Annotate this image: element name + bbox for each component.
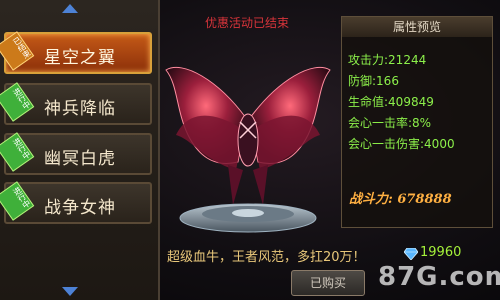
combat-power-label: 战斗力: (349, 192, 393, 207)
attr-value: 4000 (424, 137, 455, 151)
list-item-label: 幽冥白虎 (44, 149, 116, 169)
list-item-label: 神兵降临 (44, 99, 116, 119)
list-item-shenbing[interactable]: 进行中 神兵降临 (0, 82, 152, 125)
item-description: 超级血牛，王者风范，多扛20万！ (167, 250, 366, 265)
site-watermark: 87G.com (378, 262, 500, 292)
status-badge: 进行中 (0, 181, 35, 221)
arrow-down-icon[interactable] (62, 287, 78, 296)
attr-row-hp: 生命值:409849 (348, 93, 434, 110)
attr-value: 8% (412, 116, 432, 130)
list-item-youming[interactable]: 进行中 幽冥白虎 (0, 132, 152, 175)
attr-value: 409849 (388, 95, 434, 109)
status-badge: 进行中 (0, 132, 35, 172)
attr-row-crit-damage: 会心一击伤害:4000 (348, 135, 455, 152)
attr-label: 生命值: (348, 95, 389, 109)
status-badge: 进行中 (0, 82, 35, 122)
list-item-label: 星空之翼 (44, 48, 116, 68)
wing-list-panel: 已结束 星空之翼 进行中 神兵降临 进行中 幽冥白虎 进行中 战争女神 (0, 0, 160, 300)
attr-value: 166 (376, 74, 399, 88)
attribute-panel-title: 属性预览 (342, 17, 492, 37)
attr-label: 防御: (348, 74, 377, 88)
attribute-preview-panel: 属性预览 攻击力:21244 防御:166 生命值:409849 会心一击率:8… (341, 16, 493, 228)
price-value: 19960 (420, 245, 462, 260)
wings-preview-image (165, 66, 331, 233)
attr-value: 21244 (388, 53, 427, 67)
list-item-label: 战争女神 (44, 198, 116, 218)
attr-label: 攻击力: (348, 53, 389, 67)
list-item-xingkong[interactable]: 已结束 星空之翼 (0, 31, 152, 74)
attr-row-attack: 攻击力:21244 (348, 51, 426, 68)
attr-label: 会心一击伤害: (348, 137, 425, 151)
attr-row-defense: 防御:166 (348, 72, 399, 89)
diamond-icon (404, 248, 418, 260)
shop-window: 已结束 星空之翼 进行中 神兵降临 进行中 幽冥白虎 进行中 战争女神 优惠活动… (0, 0, 500, 300)
combat-power: 战斗力: 678888 (349, 188, 452, 207)
attr-label: 会心一击率: (348, 116, 413, 130)
status-badge: 已结束 (0, 31, 35, 71)
attr-row-crit-rate: 会心一击率:8% (348, 114, 431, 131)
arrow-up-icon[interactable] (62, 4, 78, 13)
combat-power-value: 678888 (397, 192, 452, 207)
promo-status: 优惠活动已结束 (205, 16, 290, 30)
list-item-zhanzheng[interactable]: 进行中 战争女神 (0, 181, 152, 224)
buy-button[interactable]: 已购买 (291, 270, 365, 296)
